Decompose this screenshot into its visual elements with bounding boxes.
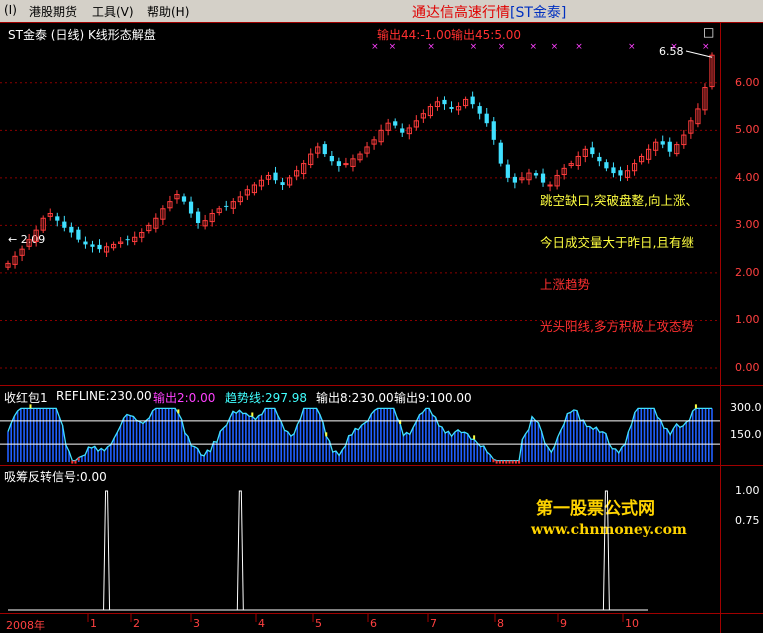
signal-spike — [236, 490, 244, 611]
candle-body — [512, 176, 517, 183]
signal-marker: × — [470, 42, 478, 52]
candle-body — [484, 113, 489, 124]
signal-spike — [602, 490, 610, 611]
candle-body — [343, 163, 349, 166]
candle-body — [400, 128, 405, 133]
signal-marker: × — [702, 42, 710, 52]
candle-body — [590, 147, 595, 155]
candle-body — [181, 196, 187, 202]
candle-body — [188, 201, 194, 214]
signal-marker: × — [529, 42, 537, 52]
signal-marker: × — [628, 42, 636, 52]
candle-body — [491, 121, 496, 140]
candle-body — [604, 162, 609, 169]
candle-body — [83, 241, 88, 245]
candle-body — [336, 161, 341, 166]
candle-body — [55, 216, 60, 221]
trading-app: (I) 港股期货 工具(V) 帮助(H) 通达信高速行情[ST金泰] □ ST金… — [0, 0, 763, 633]
candle-body — [393, 121, 398, 126]
candle-body — [195, 211, 201, 224]
candle-body — [547, 184, 553, 187]
candle-body — [125, 239, 130, 241]
candle-body — [477, 106, 482, 114]
candle-body — [597, 156, 602, 162]
candle-body — [273, 172, 278, 181]
candle-body — [62, 221, 67, 228]
signal-marker: × — [575, 42, 583, 52]
candle-body — [322, 144, 327, 155]
signal-marker: × — [498, 42, 506, 52]
candle-body — [90, 244, 95, 247]
candle-body — [533, 173, 539, 176]
candle-body — [97, 244, 102, 250]
candle-body — [540, 173, 546, 183]
candle-body — [667, 141, 672, 152]
signal-marker: × — [389, 42, 397, 52]
stock-chart[interactable]: × × × × × × × × × × × — [0, 0, 763, 633]
candle-body — [449, 107, 454, 109]
candle-body — [505, 164, 510, 178]
candle-body — [611, 167, 616, 174]
signal-spike — [103, 490, 111, 611]
candle-body — [498, 142, 503, 164]
signal-marker: × — [670, 42, 678, 52]
candle-body — [329, 155, 334, 162]
candle-body — [280, 182, 285, 185]
signal-marker: × — [371, 42, 379, 52]
candle-body — [660, 141, 665, 145]
signal-marker: × — [427, 42, 435, 52]
candle-body — [442, 99, 447, 105]
candle-body — [470, 96, 475, 105]
signal-marker: × — [551, 42, 559, 52]
candle-body — [69, 226, 74, 233]
candle-body — [76, 229, 81, 240]
candle-body — [618, 170, 623, 176]
candle-body — [224, 205, 229, 207]
